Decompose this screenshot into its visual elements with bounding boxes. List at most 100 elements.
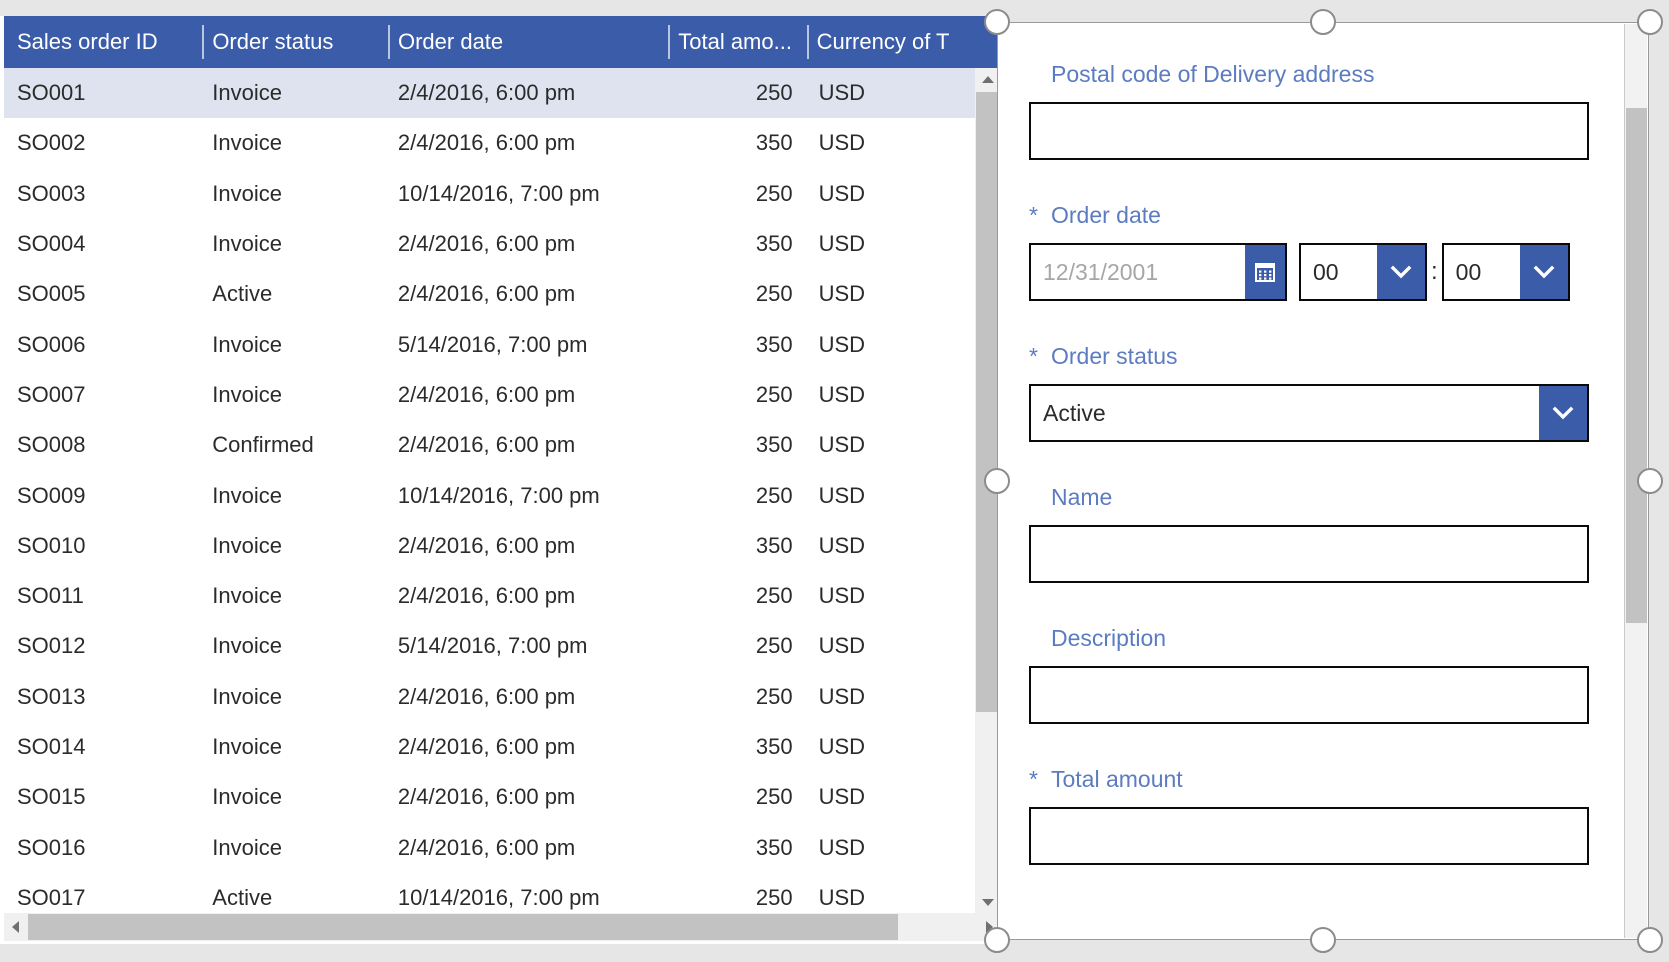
date-picker[interactable]: 12/31/2001	[1029, 243, 1287, 301]
cell-total-amount: 350	[668, 332, 806, 358]
cell-order-status: Invoice	[202, 583, 388, 609]
field-label-text: Description	[1051, 625, 1166, 652]
time-separator: :	[1431, 258, 1438, 286]
table-row[interactable]: SO004Invoice2/4/2016, 6:00 pm350USD	[4, 219, 1000, 269]
minute-select[interactable]: 00	[1442, 243, 1570, 301]
column-header-total-amount[interactable]: Total amo...	[668, 23, 806, 61]
resize-handle-middle-left[interactable]	[984, 468, 1010, 494]
select-order-status[interactable]: Active	[1029, 384, 1589, 442]
minute-value: 00	[1444, 245, 1520, 299]
grid-header-row: Sales order ID Order status Order date T…	[4, 16, 1000, 68]
calendar-picker-button[interactable]	[1245, 245, 1285, 299]
table-row[interactable]: SO015Invoice2/4/2016, 6:00 pm250USD	[4, 772, 1000, 822]
table-row[interactable]: SO011Invoice2/4/2016, 6:00 pm250USD	[4, 571, 1000, 621]
input-name[interactable]	[1029, 525, 1589, 583]
cell-order-status: Confirmed	[202, 432, 388, 458]
form-field-order-status: *Order statusActive	[1029, 343, 1589, 442]
cell-order-date: 2/4/2016, 6:00 pm	[388, 231, 668, 257]
table-row[interactable]: SO001Invoice2/4/2016, 6:00 pm250USD	[4, 68, 1000, 118]
hour-dropdown-button[interactable]	[1377, 245, 1425, 299]
field-label-text: Postal code of Delivery address	[1051, 61, 1374, 88]
input-description[interactable]	[1029, 666, 1589, 724]
cell-total-amount: 250	[668, 885, 806, 911]
cell-sales-order-id: SO012	[4, 633, 202, 659]
cell-sales-order-id: SO007	[4, 382, 202, 408]
table-row[interactable]: SO009Invoice10/14/2016, 7:00 pm250USD	[4, 470, 1000, 520]
table-row[interactable]: SO007Invoice2/4/2016, 6:00 pm250USD	[4, 370, 1000, 420]
grid-horizontal-scrollbar[interactable]	[4, 913, 1000, 941]
cell-order-status: Invoice	[202, 181, 388, 207]
grid-top-strip	[0, 0, 1000, 16]
cell-total-amount: 350	[668, 432, 806, 458]
resize-handle-top-right[interactable]	[1637, 9, 1663, 35]
table-row[interactable]: SO005Active2/4/2016, 6:00 pm250USD	[4, 269, 1000, 319]
cell-total-amount: 250	[668, 583, 806, 609]
field-label-text: Total amount	[1051, 766, 1183, 793]
table-row[interactable]: SO017Active10/14/2016, 7:00 pm250USD	[4, 873, 1000, 913]
cell-order-status: Invoice	[202, 784, 388, 810]
cell-order-status: Invoice	[202, 231, 388, 257]
table-row[interactable]: SO002Invoice2/4/2016, 6:00 pm350USD	[4, 118, 1000, 168]
cell-currency: USD	[807, 432, 1000, 458]
table-row[interactable]: SO012Invoice5/14/2016, 7:00 pm250USD	[4, 621, 1000, 671]
cell-order-status: Invoice	[202, 382, 388, 408]
cell-order-status: Invoice	[202, 130, 388, 156]
form-vertical-scroll-thumb[interactable]	[1626, 108, 1647, 623]
date-input[interactable]: 12/31/2001	[1031, 245, 1245, 299]
input-total-amount[interactable]	[1029, 807, 1589, 865]
hour-value: 00	[1301, 245, 1377, 299]
form-scroll-viewport: Postal code of Delivery address*Order da…	[998, 23, 1624, 939]
table-row[interactable]: SO013Invoice2/4/2016, 6:00 pm250USD	[4, 672, 1000, 722]
cell-currency: USD	[807, 281, 1000, 307]
hour-select[interactable]: 00	[1299, 243, 1427, 301]
table-row[interactable]: SO003Invoice10/14/2016, 7:00 pm250USD	[4, 169, 1000, 219]
cell-sales-order-id: SO010	[4, 533, 202, 559]
cell-total-amount: 250	[668, 181, 806, 207]
form-field-postal-code-of-delivery-address: Postal code of Delivery address	[1029, 61, 1589, 160]
table-row[interactable]: SO008Confirmed2/4/2016, 6:00 pm350USD	[4, 420, 1000, 470]
cell-sales-order-id: SO016	[4, 835, 202, 861]
cell-order-date: 10/14/2016, 7:00 pm	[388, 885, 668, 911]
resize-handle-top-left[interactable]	[984, 9, 1010, 35]
cell-order-status: Invoice	[202, 734, 388, 760]
cell-total-amount: 250	[668, 382, 806, 408]
grid-vertical-scroll-thumb[interactable]	[976, 92, 999, 712]
field-label-text: Name	[1051, 484, 1112, 511]
input-postal-code-of-delivery-address[interactable]	[1029, 102, 1589, 160]
column-header-sales-order-id[interactable]: Sales order ID	[4, 23, 202, 61]
resize-handle-top-center[interactable]	[1310, 9, 1336, 35]
table-row[interactable]: SO010Invoice2/4/2016, 6:00 pm350USD	[4, 521, 1000, 571]
field-label-name: Name	[1029, 484, 1589, 511]
cell-order-date: 2/4/2016, 6:00 pm	[388, 734, 668, 760]
resize-handle-bottom-left[interactable]	[984, 927, 1010, 953]
field-label-text: Order date	[1051, 202, 1161, 229]
cell-sales-order-id: SO006	[4, 332, 202, 358]
column-header-order-status[interactable]: Order status	[202, 23, 388, 61]
form-field-order-date: *Order date12/31/200100:00	[1029, 202, 1589, 301]
chevron-down-icon	[1532, 260, 1556, 284]
cell-sales-order-id: SO001	[4, 80, 202, 106]
select-dropdown-button[interactable]	[1539, 386, 1587, 440]
table-row[interactable]: SO016Invoice2/4/2016, 6:00 pm350USD	[4, 822, 1000, 872]
cell-order-date: 2/4/2016, 6:00 pm	[388, 835, 668, 861]
minute-dropdown-button[interactable]	[1520, 245, 1568, 299]
cell-order-date: 2/4/2016, 6:00 pm	[388, 382, 668, 408]
column-header-order-date[interactable]: Order date	[388, 23, 668, 61]
column-header-currency[interactable]: Currency of T	[807, 23, 1000, 61]
cell-order-date: 2/4/2016, 6:00 pm	[388, 583, 668, 609]
order-form: Postal code of Delivery address*Order da…	[1029, 23, 1589, 875]
cell-order-status: Invoice	[202, 684, 388, 710]
scroll-left-arrow-icon[interactable]	[4, 913, 26, 941]
chevron-down-icon	[1389, 260, 1413, 284]
resize-handle-middle-right[interactable]	[1637, 468, 1663, 494]
cell-total-amount: 350	[668, 835, 806, 861]
cell-currency: USD	[807, 130, 1000, 156]
resize-handle-bottom-right[interactable]	[1637, 927, 1663, 953]
cell-currency: USD	[807, 835, 1000, 861]
table-row[interactable]: SO006Invoice5/14/2016, 7:00 pm350USD	[4, 319, 1000, 369]
cell-order-date: 2/4/2016, 6:00 pm	[388, 130, 668, 156]
grid-horizontal-scroll-thumb[interactable]	[28, 914, 898, 940]
resize-handle-bottom-center[interactable]	[1310, 927, 1336, 953]
table-row[interactable]: SO014Invoice2/4/2016, 6:00 pm350USD	[4, 722, 1000, 772]
field-label-total-amount: *Total amount	[1029, 766, 1589, 793]
